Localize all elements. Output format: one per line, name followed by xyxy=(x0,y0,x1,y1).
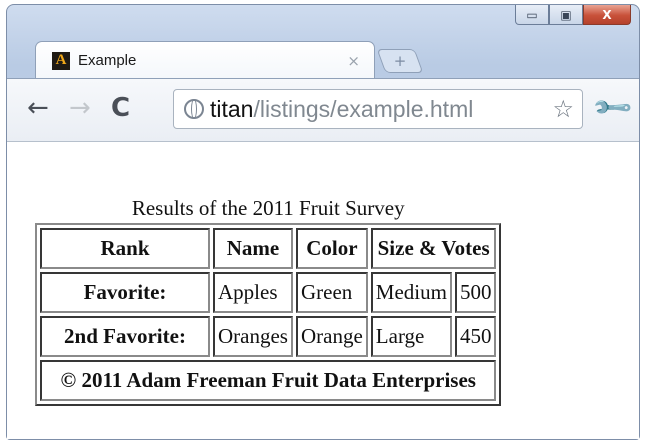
window-controls: ▭ ▣ X xyxy=(515,5,631,25)
plus-icon: + xyxy=(393,52,407,70)
rank-cell: 2nd Favorite: xyxy=(40,316,210,357)
color-header: Color xyxy=(295,228,368,269)
color-cell: Orange xyxy=(295,316,368,357)
address-bar[interactable]: titan/listings/example.html ☆ xyxy=(173,89,583,129)
rank-cell: Favorite: xyxy=(40,272,210,313)
browser-window: ▭ ▣ X A Example × + ← → C titan/listings… xyxy=(6,4,640,440)
votes-cell: 450 xyxy=(454,316,497,357)
table-row: Favorite: Apples Green Medium 500 xyxy=(40,272,497,313)
globe-icon xyxy=(184,99,204,119)
name-cell: Apples xyxy=(213,272,293,313)
header-row: Rank Name Color Size & Votes xyxy=(40,228,497,269)
bookmark-star-icon[interactable]: ☆ xyxy=(552,95,574,123)
table-caption: Results of the 2011 Fruit Survey xyxy=(131,196,405,220)
votes-cell: 500 xyxy=(454,272,497,313)
tab-title: Example xyxy=(78,52,137,69)
rank-header: Rank xyxy=(40,228,210,269)
new-tab-button[interactable]: + xyxy=(376,49,424,73)
browser-tab[interactable]: A Example × xyxy=(35,41,375,79)
name-cell: Oranges xyxy=(213,316,293,357)
minimize-button[interactable]: ▭ xyxy=(515,5,549,25)
size-cell: Large xyxy=(370,316,452,357)
favicon-icon: A xyxy=(52,51,70,70)
maximize-button[interactable]: ▣ xyxy=(549,5,583,25)
size-cell: Medium xyxy=(370,272,452,313)
browser-toolbar: ← → C titan/listings/example.html ☆ 🔧 xyxy=(7,78,639,142)
forward-arrow-icon[interactable]: → xyxy=(69,93,91,123)
footer-cell: © 2011 Adam Freeman Fruit Data Enterpris… xyxy=(40,360,497,401)
color-cell: Green xyxy=(295,272,368,313)
footer-row: © 2011 Adam Freeman Fruit Data Enterpris… xyxy=(40,360,497,401)
name-header: Name xyxy=(213,228,293,269)
reload-icon[interactable]: C xyxy=(111,93,130,123)
tab-close-icon[interactable]: × xyxy=(347,52,360,70)
fruit-survey-table: Results of the 2011 Fruit Survey Rank Na… xyxy=(35,196,502,406)
back-arrow-icon[interactable]: ← xyxy=(27,93,49,123)
page-content: Results of the 2011 Fruit Survey Rank Na… xyxy=(7,142,639,439)
wrench-icon[interactable]: 🔧 xyxy=(591,86,635,130)
close-window-button[interactable]: X xyxy=(583,5,631,25)
size-votes-header: Size & Votes xyxy=(370,228,497,269)
url-text[interactable]: titan/listings/example.html xyxy=(210,96,552,123)
table-row: 2nd Favorite: Oranges Orange Large 450 xyxy=(40,316,497,357)
